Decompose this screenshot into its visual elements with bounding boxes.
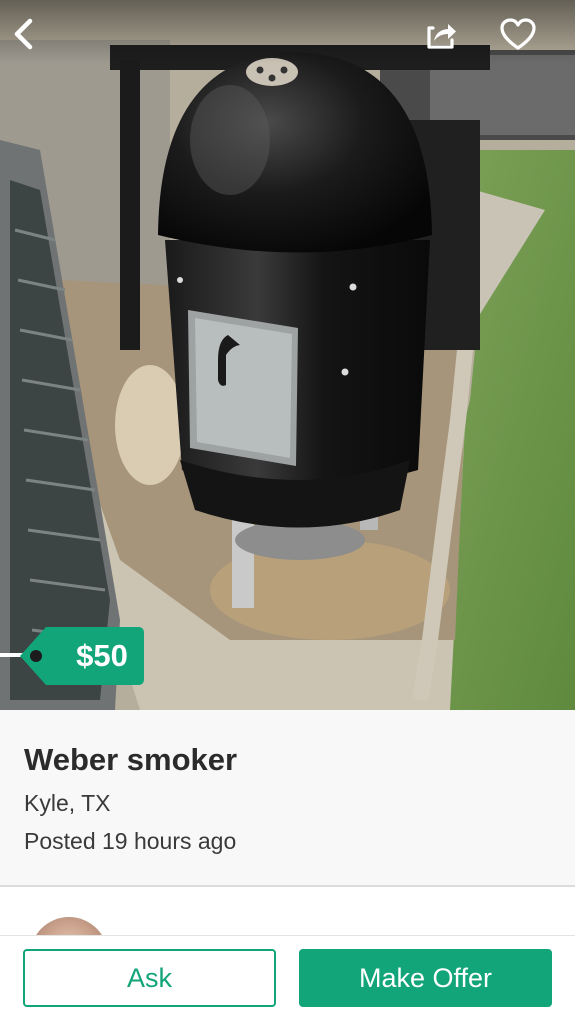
price-tag: $50 (20, 627, 144, 685)
price-label: $50 (76, 638, 128, 673)
action-bar: Ask Make Offer (0, 935, 575, 1022)
photo-top-bar (0, 0, 575, 64)
share-icon (427, 24, 456, 49)
favorite-button[interactable] (496, 12, 540, 56)
seller-section (0, 887, 575, 935)
ask-button[interactable]: Ask (23, 949, 276, 1007)
listing-posted-time: Posted 19 hours ago (24, 828, 237, 854)
listing-page: $50 Weber smoker Kyle, TX Posted 19 hour… (0, 0, 575, 1022)
item-photo[interactable] (0, 0, 575, 710)
share-button[interactable] (419, 12, 463, 56)
seller-avatar[interactable] (30, 917, 108, 935)
heart-icon (500, 18, 536, 50)
chevron-left-icon (14, 18, 33, 50)
smoker-photo-illustration (0, 0, 575, 710)
listing-details: Weber smoker Kyle, TX Posted 19 hours ag… (0, 710, 575, 886)
listing-location: Kyle, TX (24, 790, 111, 816)
make-offer-button[interactable]: Make Offer (299, 949, 552, 1007)
back-button[interactable] (2, 12, 46, 56)
listing-title: Weber smoker (24, 742, 238, 777)
